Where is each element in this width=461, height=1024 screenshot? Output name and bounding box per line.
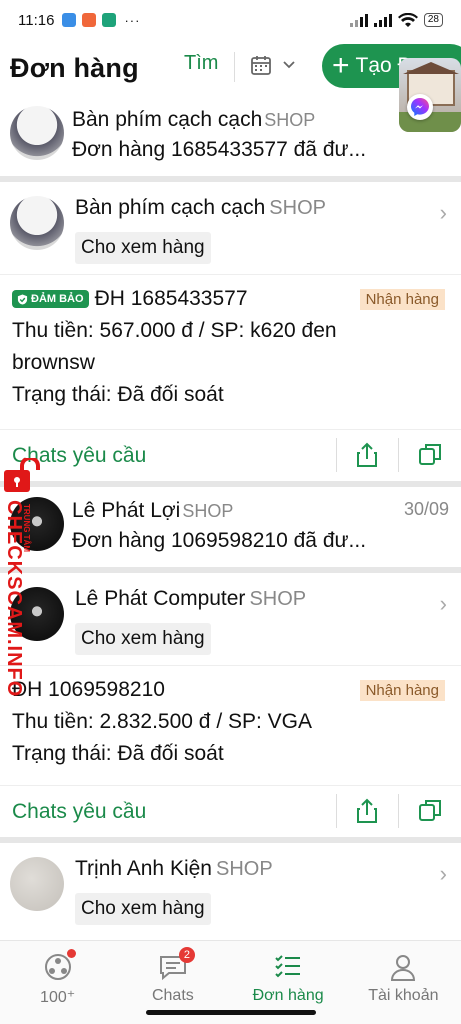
divider — [234, 52, 235, 82]
community-icon — [42, 949, 76, 983]
watermark-small-text: TRUNG TÂM — [22, 504, 31, 552]
shop-tag: SHOP — [264, 110, 316, 130]
date-filter-button[interactable] — [250, 54, 296, 76]
tab-label: Chats — [151, 987, 194, 1004]
list-item[interactable]: Lê Phát Lợi SHOP 30/09 Đơn hàng 10695982… — [0, 487, 461, 567]
status-badge: Nhận hàng — [359, 680, 445, 701]
signal-icon — [373, 13, 392, 27]
copy-icon[interactable] — [418, 442, 442, 466]
order-product: brownsw — [12, 351, 95, 374]
order-actions: Chats yêu cầu — [0, 785, 461, 837]
lock-icon — [4, 458, 40, 492]
chevron-down-icon — [283, 61, 295, 69]
shop-tag: SHOP — [249, 588, 307, 610]
notification-dot — [66, 949, 76, 958]
conversation-name: Lê Phát Lợi — [72, 499, 181, 522]
guarantee-label: ĐẢM BẢO — [31, 293, 84, 305]
chevron-right-icon: › — [439, 200, 447, 225]
order-list[interactable]: Bàn phím cạch cạch SHOP Đơn hàng 1685433… — [0, 96, 461, 935]
avatar — [10, 196, 64, 250]
divider — [398, 438, 399, 472]
view-goods-button[interactable]: Cho xem hàng — [75, 232, 211, 264]
chats-request-link[interactable]: Chats yêu cầu — [12, 800, 146, 824]
plus-icon: + — [332, 49, 350, 82]
view-goods-button[interactable]: Cho xem hàng — [75, 893, 211, 925]
message-preview: Đơn hàng 1685433577 đã đư... — [72, 138, 367, 161]
shop-name: Trịnh Anh Kiện — [75, 857, 212, 880]
app-notification-icon — [82, 13, 97, 27]
shield-check-icon — [17, 293, 28, 305]
battery-indicator: 28 — [423, 13, 443, 27]
order-actions: Chats yêu cầu — [0, 429, 461, 481]
notification-icons — [62, 13, 117, 27]
home-indicator — [146, 1010, 316, 1015]
share-icon[interactable] — [355, 798, 379, 824]
list-item[interactable]: Trịnh Anh Kiện SHOP › Cho xem hàng — [0, 843, 461, 935]
shop-name: Bàn phím cạch cạch — [75, 196, 266, 219]
order-id: ĐH 1069598210 — [12, 678, 165, 701]
app-notification-icon — [102, 13, 117, 27]
chat-icon: 2 — [157, 947, 195, 983]
order-payment: Thu tiền: 2.832.500 đ / SP: VGA — [12, 710, 313, 733]
tab-label: Tài khoản — [368, 987, 439, 1004]
clock: 11:16 — [18, 11, 55, 29]
view-goods-button[interactable]: Cho xem hàng — [75, 623, 211, 655]
divider — [336, 794, 337, 828]
status-badge: Nhận hàng — [359, 289, 445, 310]
divider — [336, 438, 337, 472]
account-icon — [387, 951, 419, 983]
status-bar: 11:16 ··· 28 — [0, 0, 461, 40]
conversation-name: Bàn phím cạch cạch — [72, 108, 263, 131]
order-payment: Thu tiền: 567.000 đ / SP: k620 đen — [12, 319, 337, 342]
tab-label: 100⁺ — [40, 989, 76, 1006]
more-notifications: ··· — [124, 12, 141, 28]
order-id: ĐH 1685433577 — [94, 287, 248, 310]
list-item[interactable]: Bàn phím cạch cạch SHOP Đơn hàng 1685433… — [0, 96, 461, 176]
mail-notification-icon — [62, 13, 77, 27]
tab-account[interactable]: Tài khoản — [346, 941, 461, 1024]
shop-tag: SHOP — [269, 197, 326, 219]
order-details[interactable]: ĐẢM BẢO ĐH 1685433577 Nhận hàng Thu tiền… — [0, 274, 461, 429]
shop-tag: SHOP — [215, 858, 273, 880]
wifi-icon — [397, 12, 418, 27]
app-header: Đơn hàng Tìm + Tạo Đơn — [0, 40, 461, 96]
watermark: CHECKSCAM.INFO TRUNG TÂM — [0, 458, 40, 697]
tab-community[interactable]: 100⁺ — [0, 941, 115, 1024]
list-item[interactable]: Bàn phím cạch cạch SHOP › Cho xem hàng — [0, 182, 461, 274]
copy-icon[interactable] — [418, 798, 442, 822]
divider — [398, 794, 399, 828]
order-status: Trạng thái: Đã đối soát — [12, 742, 224, 765]
message-preview: Đơn hàng 1069598210 đã đư... — [72, 529, 367, 552]
tab-label: Đơn hàng — [252, 987, 324, 1004]
page-title: Đơn hàng — [10, 52, 139, 83]
share-icon[interactable] — [355, 442, 379, 468]
list-item[interactable]: Lê Phát Computer SHOP › Cho xem hàng — [0, 573, 461, 665]
calendar-icon — [251, 56, 271, 75]
shop-tag: SHOP — [182, 501, 234, 521]
orders-icon — [272, 951, 304, 983]
roof-shape — [403, 62, 459, 74]
signal-icon — [349, 13, 368, 27]
order-details[interactable]: ĐH 1069598210 Nhận hàng Thu tiền: 2.832.… — [0, 665, 461, 785]
chevron-right-icon: › — [439, 861, 447, 886]
order-status: Trạng thái: Đã đối soát — [12, 383, 224, 406]
chevron-right-icon: › — [439, 591, 447, 616]
conversation-date: 30/09 — [403, 499, 449, 519]
avatar — [10, 106, 64, 160]
guarantee-badge: ĐẢM BẢO — [12, 290, 89, 308]
avatar — [10, 857, 64, 911]
shop-name: Lê Phát Computer — [75, 587, 246, 610]
unread-badge: 2 — [178, 947, 195, 963]
search-button[interactable]: Tìm — [184, 52, 218, 75]
